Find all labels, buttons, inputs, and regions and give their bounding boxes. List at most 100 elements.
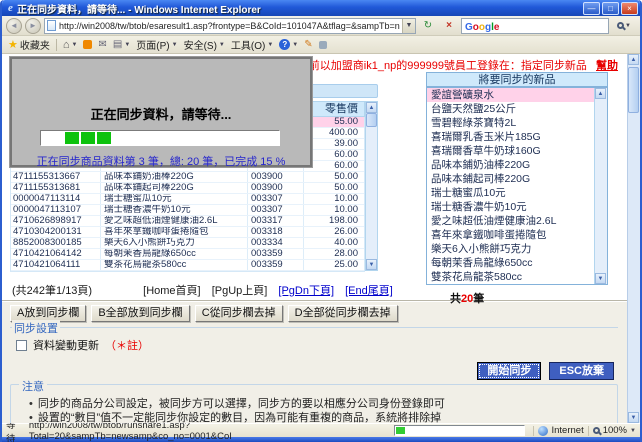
cell-price: 10.00 bbox=[304, 194, 362, 204]
cell-text: 003317 bbox=[248, 216, 304, 226]
remove-from-sync-button[interactable]: C從同步欄去掉 bbox=[195, 305, 283, 322]
page-content: 您目前以加盟商ik1_np的999999號員工登錄在：指定同步新品 幫助 零售價… bbox=[2, 54, 640, 423]
maximize-button[interactable]: □ bbox=[602, 2, 619, 15]
price-column-header: 零售價 bbox=[304, 102, 362, 116]
zoom-level: 100% bbox=[603, 425, 627, 436]
nav-home[interactable]: [Home首頁] bbox=[143, 285, 200, 297]
sync-list-item[interactable]: 愛之味超低油煙健康油2.6L bbox=[427, 214, 594, 228]
extension-button[interactable] bbox=[319, 41, 327, 49]
tools-menu[interactable]: 工具(O) ▼ bbox=[231, 37, 273, 52]
notes-list: 同步的商品分公司設定，被同步方可以選擇，同步方的要以相應分公司身份登錄即可設置的… bbox=[29, 397, 617, 423]
scroll-up-icon[interactable]: ▲ bbox=[628, 54, 639, 65]
data-update-checkbox[interactable] bbox=[16, 340, 27, 351]
stop-button[interactable]: × bbox=[440, 18, 458, 34]
forward-button[interactable]: ► bbox=[25, 18, 41, 34]
sync-list-item[interactable]: 樂天6入小熊餅巧克力 bbox=[427, 242, 594, 256]
progress-blocks bbox=[65, 132, 111, 144]
back-button[interactable]: ◄ bbox=[6, 18, 22, 34]
zoom-control[interactable]: 100% ▼ bbox=[593, 425, 636, 436]
table-row[interactable]: 4710304200131喜年來拿鐵咖啡蛋捲隨包00331826.00 bbox=[11, 227, 364, 238]
note-item: 設置的“數目”值不一定能同步你設定的數目，因為可能有重複的商品，系統將排除掉 bbox=[29, 411, 617, 423]
cell-text: 003318 bbox=[248, 227, 304, 237]
search-dropdown-icon[interactable]: ▼ bbox=[625, 23, 631, 29]
notes-fieldset: 注意 同步的商品分公司設定，被同步方可以選擇，同步方的要以相應分公司身份登錄即可… bbox=[10, 384, 618, 423]
security-menu[interactable]: 安全(S) ▼ bbox=[184, 37, 225, 52]
address-field[interactable]: http://win2008/tw/btob/esaresult1.asp?fr… bbox=[44, 18, 416, 34]
help-link[interactable]: 幫助 bbox=[596, 60, 618, 72]
print-button[interactable]: ▤ ▼ bbox=[113, 39, 130, 50]
minimize-button[interactable]: — bbox=[583, 2, 600, 15]
nav-end[interactable]: [End尾頁] bbox=[345, 285, 393, 297]
table-scrollbar[interactable]: ▲ ▼ bbox=[365, 101, 378, 271]
sync-list-item[interactable]: 喜瑞爾香草牛奶球160G bbox=[427, 144, 594, 158]
sync-list-item[interactable]: 喜年來拿鐵咖啡蛋捲隨包 bbox=[427, 228, 594, 242]
scroll-down-icon[interactable]: ▼ bbox=[628, 412, 639, 423]
scroll-up-icon[interactable]: ▲ bbox=[595, 88, 606, 99]
cell-text: 瑞士糖香濃牛奶10元 bbox=[101, 205, 248, 215]
nav-pgup[interactable]: [PgUp上頁] bbox=[212, 285, 268, 297]
sync-list-item[interactable]: 雪碧輕綠茶寶特2L bbox=[427, 116, 594, 130]
search-box[interactable]: Google bbox=[461, 18, 609, 34]
cell-text: 4710421064142 bbox=[11, 249, 101, 259]
table-row[interactable]: 8852008300185樂天6入小熊餅巧克力00333440.00 bbox=[11, 238, 364, 249]
settings-divider bbox=[10, 327, 618, 328]
zone-label: Internet bbox=[552, 425, 584, 436]
address-dropdown-icon[interactable]: ▼ bbox=[402, 19, 415, 33]
cell-text: 4710304200131 bbox=[11, 227, 101, 237]
mail-button[interactable]: ✉ bbox=[98, 39, 106, 50]
scroll-down-icon[interactable]: ▼ bbox=[366, 259, 377, 270]
nav-pgdn[interactable]: [PgDn下頁] bbox=[278, 285, 334, 297]
table-row[interactable]: 0000047113107瑞士糖香濃牛奶10元00330710.00 bbox=[11, 205, 364, 216]
refresh-button[interactable]: ↻ bbox=[419, 18, 437, 34]
close-button[interactable]: × bbox=[621, 2, 638, 15]
cell-text: 瑞士糖蜜瓜10元 bbox=[101, 194, 248, 204]
sync-list-item[interactable]: 瑞士糖香濃牛奶10元 bbox=[427, 200, 594, 214]
feeds-button[interactable] bbox=[83, 40, 92, 49]
help-menu[interactable]: ? ▼ bbox=[279, 39, 298, 50]
table-row[interactable]: 4710626898917愛之味超低油煙健康油2.6L003317198.00 bbox=[11, 216, 364, 227]
page-menu[interactable]: 页面(P) ▼ bbox=[136, 37, 177, 52]
dialog-status-text: 正在同步商品資料第 3 筆，總: 20 筆，已完成 15 % bbox=[12, 153, 310, 169]
cell-text: 4711155313681 bbox=[11, 183, 101, 193]
sync-list-item[interactable]: 台鹽天然鹽25公斤 bbox=[427, 102, 594, 116]
search-button[interactable]: ▼ bbox=[612, 18, 636, 34]
chevron-down-icon: ▼ bbox=[267, 42, 273, 48]
sync-list-item[interactable]: 品味本鋪起司棒220G bbox=[427, 172, 594, 186]
sync-list-item[interactable]: 品味本鋪奶油棒220G bbox=[427, 158, 594, 172]
table-row[interactable]: 4711155313681品味本鋪起司棒220G00390050.00 bbox=[11, 183, 364, 194]
table-row[interactable]: 4711155313667品味本鋪奶油棒220G00390050.00 bbox=[11, 172, 364, 183]
status-separator bbox=[533, 426, 534, 436]
sync-list-item[interactable]: 瑞士糖蜜瓜10元 bbox=[427, 186, 594, 200]
sync-list-item[interactable]: 喜瑞爾乳香玉米片185G bbox=[427, 130, 594, 144]
cell-text: 4710626898917 bbox=[11, 216, 101, 226]
cell-text: 8852008300185 bbox=[11, 238, 101, 248]
edit-button[interactable]: ✎ bbox=[304, 39, 312, 50]
scroll-down-icon[interactable]: ▼ bbox=[595, 273, 606, 284]
sync-list-item[interactable]: 每朝茉香烏龍綠650cc bbox=[427, 256, 594, 270]
table-row[interactable]: 4710421064142每朝茉香烏龍綠650cc00335928.00 bbox=[11, 249, 364, 260]
table-row[interactable]: 4710421064111雙茶花烏龍茶580cc00335925.00 bbox=[11, 260, 364, 271]
remove-all-from-sync-button[interactable]: D全部從同步欄去掉 bbox=[288, 305, 398, 322]
scroll-up-icon[interactable]: ▲ bbox=[366, 102, 377, 113]
table-row[interactable]: 0000047113114瑞士糖蜜瓜10元00330710.00 bbox=[11, 194, 364, 205]
sync-list-item[interactable]: 雙茶花烏龍茶580cc bbox=[427, 270, 594, 284]
chevron-down-icon: ▼ bbox=[292, 42, 298, 48]
magnifier-icon bbox=[617, 22, 624, 29]
favorites-label: 收藏夹 bbox=[20, 37, 50, 52]
cell-text: 品味本鋪起司棒220G bbox=[101, 183, 248, 193]
sync-list-scrollbar[interactable]: ▲ ▼ bbox=[594, 88, 607, 284]
internet-zone-icon bbox=[538, 426, 548, 436]
progress-segment bbox=[97, 132, 111, 144]
page-scrollbar-thumb[interactable] bbox=[628, 67, 639, 113]
help-icon: ? bbox=[279, 39, 290, 50]
page-scrollbar[interactable]: ▲ ▼ bbox=[627, 54, 640, 423]
start-sync-button[interactable]: 開始同步 bbox=[477, 362, 541, 380]
sync-list-item[interactable]: 愛誼營礦泉水 bbox=[427, 88, 594, 102]
scrollbar-thumb[interactable] bbox=[366, 113, 377, 127]
add-all-to-sync-button[interactable]: B全部放到同步欄 bbox=[91, 305, 189, 322]
chevron-down-icon: ▼ bbox=[219, 42, 225, 48]
cell-price: 40.00 bbox=[304, 238, 362, 248]
home-button[interactable]: ⌂ ▼ bbox=[63, 39, 78, 51]
favorites-button[interactable]: ★ 收藏夹 bbox=[8, 37, 50, 52]
esc-cancel-button[interactable]: ESC放棄 bbox=[549, 362, 614, 380]
